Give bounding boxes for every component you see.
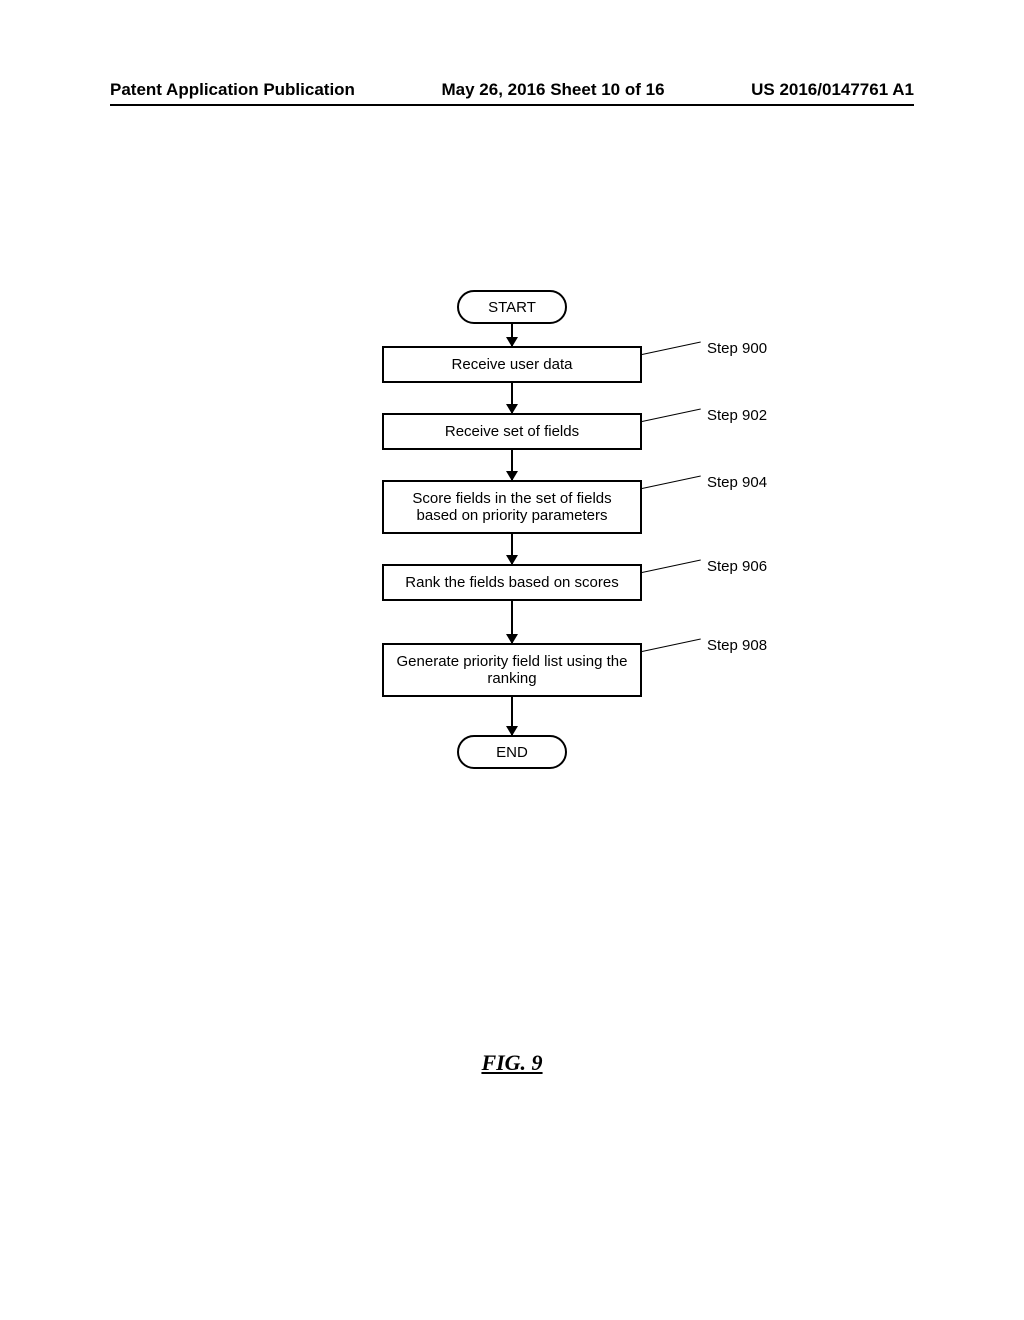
step-label-2: Step 904 [707,474,767,491]
end-terminator: END [457,735,567,769]
arrow-icon [511,534,513,564]
process-box-3: Rank the fields based on scores [382,564,642,601]
connector-line [642,409,701,422]
start-terminator: START [457,290,567,324]
process-text: Generate priority field list using the r… [390,653,634,687]
header-center: May 26, 2016 Sheet 10 of 16 [442,80,665,100]
end-label: END [496,744,528,761]
flowchart: START Receive user data Step 900 Receive… [0,290,1024,769]
page-header: Patent Application Publication May 26, 2… [0,80,1024,100]
connector-line [642,560,701,573]
connector-line [642,639,701,652]
process-box-2: Score fields in the set of fields based … [382,480,642,534]
arrow-icon [511,697,513,735]
step-label-3: Step 906 [707,558,767,575]
process-text: Rank the fields based on scores [405,574,618,591]
step-row-2: Score fields in the set of fields based … [382,480,642,534]
arrow-icon [511,601,513,643]
step-row-0: Receive user data Step 900 [382,346,642,383]
process-box-1: Receive set of fields [382,413,642,450]
arrow-icon [511,383,513,413]
header-left: Patent Application Publication [110,80,355,100]
arrow-icon [511,324,513,346]
process-box-4: Generate priority field list using the r… [382,643,642,697]
step-row-3: Rank the fields based on scores Step 906 [382,564,642,601]
step-label-4: Step 908 [707,637,767,654]
process-text: Receive user data [452,356,573,373]
header-right: US 2016/0147761 A1 [751,80,914,100]
step-row-1: Receive set of fields Step 902 [382,413,642,450]
connector-line [642,476,701,489]
process-text: Score fields in the set of fields based … [390,490,634,524]
header-rule [110,104,914,106]
start-label: START [488,299,536,316]
arrow-icon [511,450,513,480]
step-label-0: Step 900 [707,340,767,357]
connector-line [642,342,701,355]
step-row-4: Generate priority field list using the r… [382,643,642,697]
process-text: Receive set of fields [445,423,579,440]
figure-caption: FIG. 9 [0,1050,1024,1076]
process-box-0: Receive user data [382,346,642,383]
step-label-1: Step 902 [707,407,767,424]
